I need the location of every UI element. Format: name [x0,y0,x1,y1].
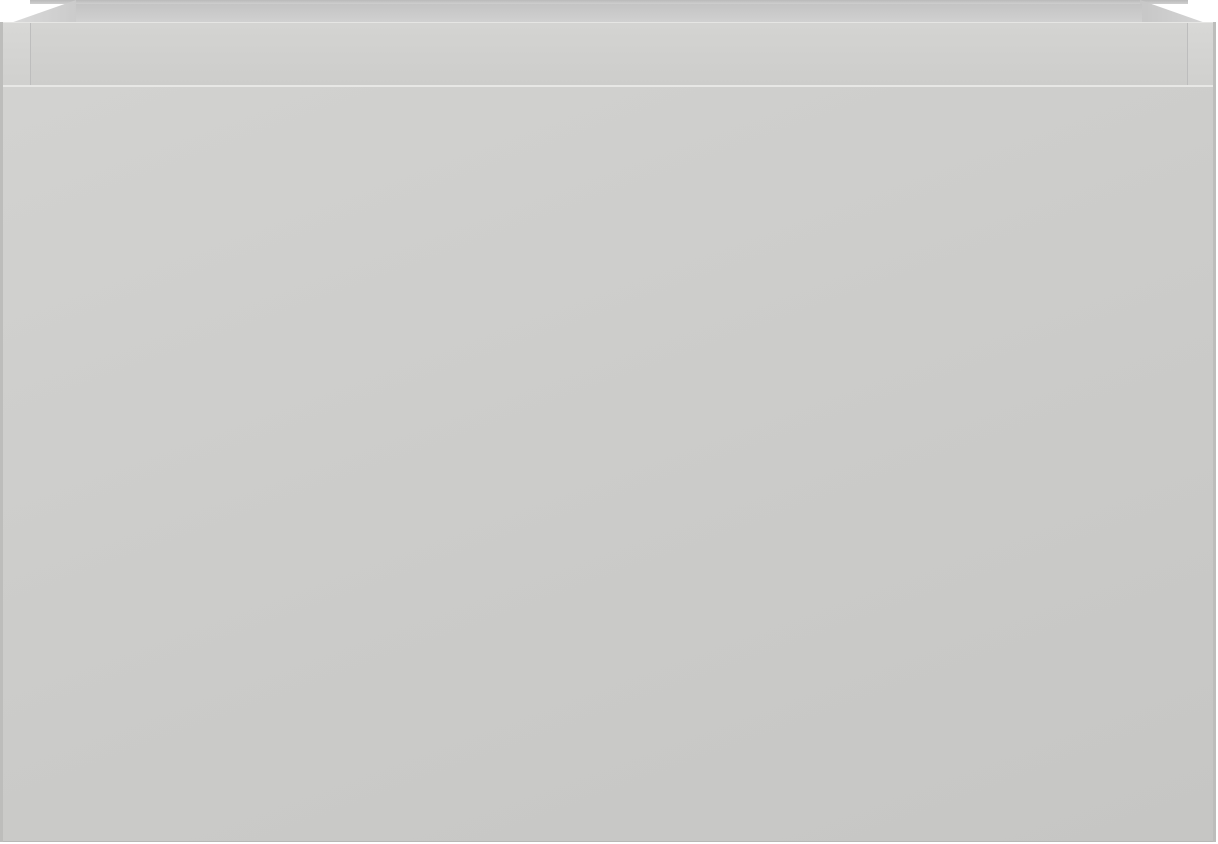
product-render [0,0,1218,844]
box-top-lip-inner [30,23,1188,85]
box-right-edge [1213,22,1216,842]
box-left-edge [0,22,3,842]
box-top-lip [2,22,1214,85]
box-front-panel [2,85,1214,842]
